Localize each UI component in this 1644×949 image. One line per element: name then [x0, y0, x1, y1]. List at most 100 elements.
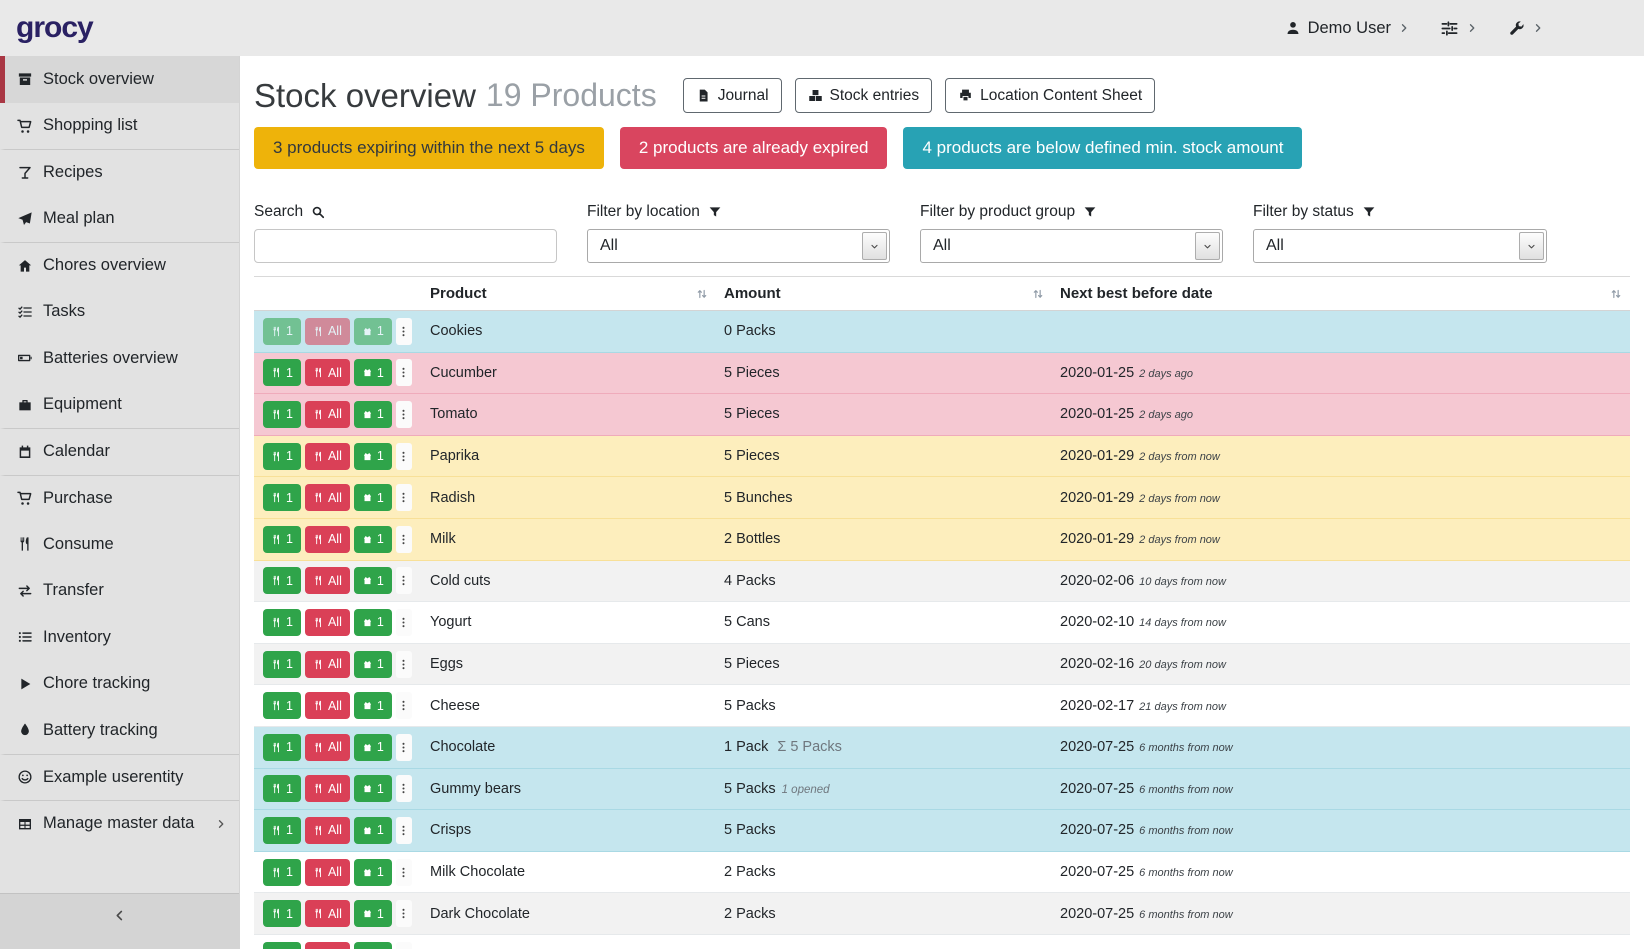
open-one-button[interactable]: 1 [354, 609, 392, 636]
sidebar-item-shopping-list[interactable]: Shopping list [0, 103, 239, 150]
sidebar-item-inventory[interactable]: Inventory [0, 614, 239, 661]
consume-one-button[interactable]: 1 [263, 817, 301, 844]
consume-one-button[interactable]: 1 [263, 359, 301, 386]
consume-all-button[interactable]: All [305, 651, 350, 678]
consume-one-button[interactable]: 1 [263, 651, 301, 678]
open-one-button[interactable]: 1 [354, 401, 392, 428]
filter-by-status-select[interactable]: All [1253, 229, 1547, 263]
sidebar-item-battery-tracking[interactable]: Battery tracking [0, 707, 239, 754]
row-menu-button[interactable] [396, 526, 412, 553]
status-banner-products-expiring-within[interactable]: 3 products expiring within the next 5 da… [254, 127, 604, 169]
row-menu-button[interactable] [396, 692, 412, 719]
consume-all-button[interactable]: All [305, 900, 350, 927]
consume-one-button[interactable]: 1 [263, 734, 301, 761]
best-before-cell: 2020-07-256 months from now [1052, 768, 1630, 810]
row-menu-button[interactable] [396, 567, 412, 594]
sidebar-item-chores-overview[interactable]: Chores overview [0, 242, 239, 289]
row-menu-button[interactable] [396, 651, 412, 678]
sidebar-item-tasks[interactable]: Tasks [0, 289, 239, 336]
consume-all-button[interactable]: All [305, 817, 350, 844]
open-one-button[interactable]: 1 [354, 692, 392, 719]
open-one-button[interactable]: 1 [354, 318, 392, 345]
open-one-button[interactable]: 1 [354, 526, 392, 553]
consume-all-button[interactable]: All [305, 692, 350, 719]
row-menu-button[interactable] [396, 900, 412, 927]
sidebar-item-meal-plan[interactable]: Meal plan [0, 196, 239, 243]
consume-all-button[interactable]: All [305, 484, 350, 511]
row-menu-button[interactable] [396, 401, 412, 428]
column-header-next-best-before-date[interactable]: Next best before date [1052, 277, 1630, 311]
row-menu-button[interactable] [396, 942, 412, 949]
sidebar-item-equipment[interactable]: Equipment [0, 382, 239, 429]
row-menu-button[interactable] [396, 817, 412, 844]
consume-all-button[interactable]: All [305, 318, 350, 345]
column-header-product[interactable]: Product [422, 277, 716, 311]
filter-by-product-group-select[interactable]: All [920, 229, 1223, 263]
open-one-button[interactable]: 1 [354, 651, 392, 678]
row-menu-button[interactable] [396, 443, 412, 470]
consume-all-button[interactable]: All [305, 359, 350, 386]
stock-entries-button[interactable]: Stock entries [795, 78, 933, 113]
consume-one-button[interactable]: 1 [263, 526, 301, 553]
consume-all-button[interactable]: All [305, 609, 350, 636]
consume-all-button[interactable]: All [305, 942, 350, 949]
consume-all-button[interactable]: All [305, 567, 350, 594]
settings-menu[interactable] [1440, 19, 1478, 38]
admin-menu[interactable] [1508, 20, 1544, 37]
open-one-button[interactable]: 1 [354, 942, 392, 949]
row-menu-button[interactable] [396, 859, 412, 886]
open-one-button[interactable]: 1 [354, 359, 392, 386]
sidebar-item-batteries-overview[interactable]: Batteries overview [0, 335, 239, 382]
consume-all-button[interactable]: All [305, 401, 350, 428]
sidebar-item-purchase[interactable]: Purchase [0, 475, 239, 522]
status-banner-products-are-below[interactable]: 4 products are below defined min. stock … [903, 127, 1302, 169]
consume-one-button[interactable]: 1 [263, 692, 301, 719]
consume-one-button[interactable]: 1 [263, 318, 301, 345]
sidebar-item-example-userentity[interactable]: Example userentity [0, 754, 239, 801]
sidebar-item-manage-master-data[interactable]: Manage master data [0, 800, 239, 847]
sidebar-item-chore-tracking[interactable]: Chore tracking [0, 661, 239, 708]
consume-one-button[interactable]: 1 [263, 775, 301, 802]
row-menu-button[interactable] [396, 318, 412, 345]
user-menu[interactable]: Demo User [1285, 19, 1410, 38]
consume-all-button[interactable]: All [305, 775, 350, 802]
open-one-button[interactable]: 1 [354, 859, 392, 886]
consume-one-button[interactable]: 1 [263, 484, 301, 511]
consume-all-button[interactable]: All [305, 859, 350, 886]
open-one-button[interactable]: 1 [354, 817, 392, 844]
sidebar-item-consume[interactable]: Consume [0, 521, 239, 568]
open-one-button[interactable]: 1 [354, 443, 392, 470]
consume-all-button[interactable]: All [305, 734, 350, 761]
open-one-button[interactable]: 1 [354, 734, 392, 761]
open-one-button[interactable]: 1 [354, 900, 392, 927]
consume-one-button[interactable]: 1 [263, 443, 301, 470]
journal-button[interactable]: Journal [683, 78, 782, 113]
consume-all-button[interactable]: All [305, 526, 350, 553]
app-logo[interactable]: grocy [16, 11, 93, 45]
open-one-button[interactable]: 1 [354, 567, 392, 594]
sidebar-collapse-button[interactable] [0, 893, 239, 949]
filter-by-location-select[interactable]: All [587, 229, 890, 263]
consume-one-button[interactable]: 1 [263, 609, 301, 636]
sidebar-item-transfer[interactable]: Transfer [0, 568, 239, 615]
sidebar-item-recipes[interactable]: Recipes [0, 149, 239, 196]
status-banner-products-are-already[interactable]: 2 products are already expired [620, 127, 888, 169]
consume-one-button[interactable]: 1 [263, 567, 301, 594]
search-input[interactable] [254, 229, 557, 263]
open-one-button[interactable]: 1 [354, 484, 392, 511]
column-header-amount[interactable]: Amount [716, 277, 1052, 311]
open-one-button[interactable]: 1 [354, 775, 392, 802]
consume-all-button[interactable]: All [305, 443, 350, 470]
sidebar-item-stock-overview[interactable]: Stock overview [0, 56, 239, 103]
consume-one-button[interactable]: 1 [263, 900, 301, 927]
consume-one-button[interactable]: 1 [263, 942, 301, 949]
row-menu-button[interactable] [396, 609, 412, 636]
location-content-sheet-button[interactable]: Location Content Sheet [945, 78, 1155, 113]
row-menu-button[interactable] [396, 734, 412, 761]
row-menu-button[interactable] [396, 484, 412, 511]
row-menu-button[interactable] [396, 775, 412, 802]
sidebar-item-calendar[interactable]: Calendar [0, 428, 239, 475]
consume-one-button[interactable]: 1 [263, 859, 301, 886]
row-menu-button[interactable] [396, 359, 412, 386]
consume-one-button[interactable]: 1 [263, 401, 301, 428]
